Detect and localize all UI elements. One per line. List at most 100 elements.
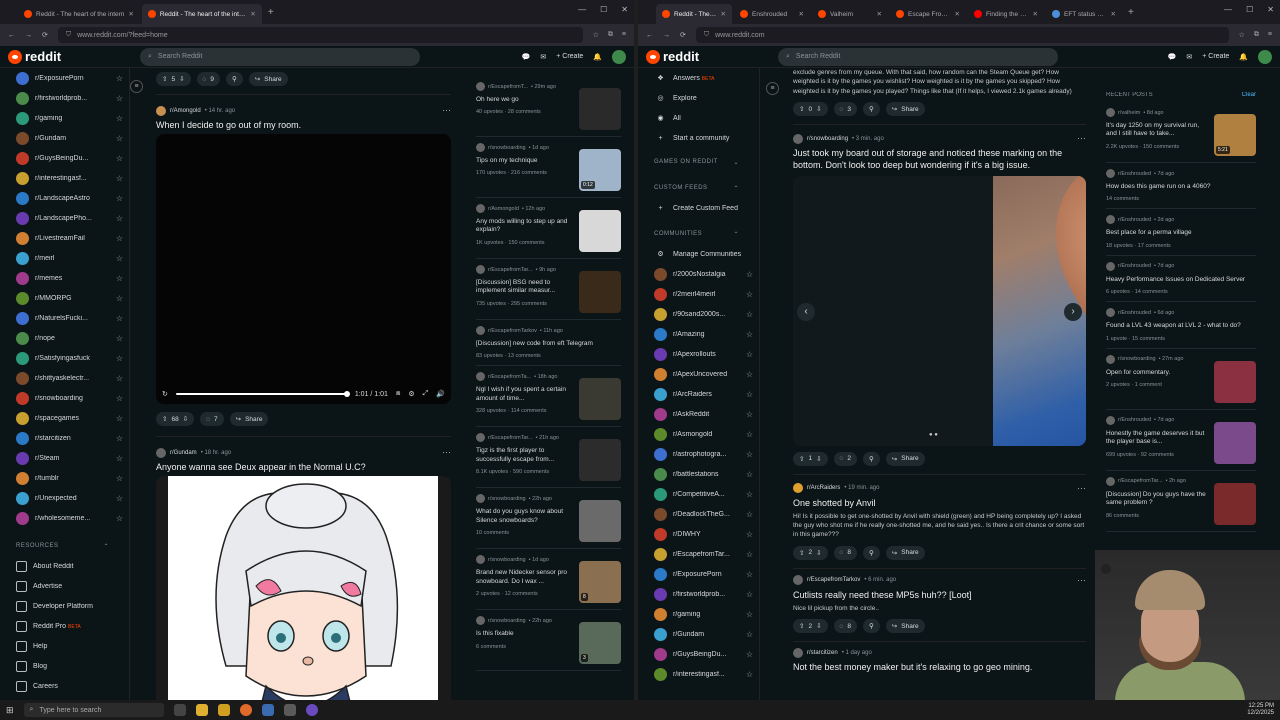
browser-tab-active[interactable]: Reddit - The heart of the intern ✕ xyxy=(141,4,262,24)
extensions-icon[interactable]: ⧉ xyxy=(1254,31,1259,39)
back-icon[interactable]: ← xyxy=(8,32,15,39)
address-bar[interactable]: ⛉ www.reddit.com xyxy=(695,27,1229,43)
sidebar-item[interactable]: r/tumblr ☆ xyxy=(0,468,129,488)
resource-item[interactable]: About Reddit xyxy=(0,556,129,576)
feed-item-title[interactable]: Any mods willing to step up and explain? xyxy=(476,218,575,235)
feed-item[interactable]: r/EscapefromT... • 29m ago Oh here we go 40… xyxy=(476,76,621,137)
sidebar-item[interactable]: r/Steam ☆ xyxy=(0,448,129,468)
custom-feeds-header[interactable]: CUSTOM FEEDS ⌃ xyxy=(638,178,759,198)
award-button[interactable]: ⚲ xyxy=(863,102,880,117)
award-button[interactable]: ⚲ xyxy=(863,545,880,560)
close-tab-icon[interactable]: ✕ xyxy=(721,10,726,18)
share-button[interactable]: ↪ Share xyxy=(229,412,269,426)
more-options-icon[interactable]: ⋯ xyxy=(1077,483,1086,494)
new-tab-icon[interactable]: + xyxy=(268,7,274,18)
star-icon[interactable]: ☆ xyxy=(746,650,753,659)
menu-icon[interactable]: ≡ xyxy=(1268,31,1272,39)
more-options-icon[interactable]: ⋯ xyxy=(442,105,451,116)
sidebar-item[interactable]: r/MMORPG ☆ xyxy=(0,288,129,308)
recent-post-item[interactable]: r/EscapefromTar... • 2h ago [Discussion] D… xyxy=(1106,471,1256,532)
recent-post-title[interactable]: Found a LVL 43 weapon at LVL 2 - what to… xyxy=(1106,322,1256,330)
feed-item-title[interactable]: [Discussion] new code from eft Telegram xyxy=(476,340,621,348)
resource-item[interactable]: Advertise xyxy=(0,576,129,596)
sticky-app-icon[interactable] xyxy=(217,704,230,716)
post-thumbnail[interactable] xyxy=(579,210,621,252)
nav-item[interactable]: + Start a community xyxy=(638,128,759,148)
task-view-icon[interactable] xyxy=(173,704,186,716)
comments-button[interactable]: ◌ 9 xyxy=(196,72,221,86)
community-item[interactable]: r/DeadlockTheG... ☆ xyxy=(638,504,759,524)
sidebar-item[interactable]: r/wholesomeme... ☆ xyxy=(0,508,129,528)
star-icon[interactable]: ☆ xyxy=(116,374,123,383)
feed-item[interactable]: r/snowboarding • 1d ago Brand new Nidecker… xyxy=(476,549,621,611)
star-icon[interactable]: ☆ xyxy=(746,590,753,599)
post-title[interactable]: One shotted by Anvil xyxy=(793,498,1086,508)
post-thumbnail[interactable] xyxy=(579,88,621,130)
sidebar-item[interactable]: r/GuysBeingDu... ☆ xyxy=(0,148,129,168)
more-options-icon[interactable]: ⋯ xyxy=(442,447,451,458)
post-thumbnail[interactable] xyxy=(579,439,621,482)
recent-post-title[interactable]: How does this game run on a 4060? xyxy=(1106,183,1256,191)
vote-button[interactable]: ⇧ 0 ⇩ xyxy=(793,102,828,117)
sidebar-item[interactable]: r/Unexpected ☆ xyxy=(0,488,129,508)
search-input[interactable]: ⌕ Search Reddit xyxy=(778,47,1058,66)
star-icon[interactable]: ☆ xyxy=(746,530,753,539)
comments-button[interactable]: ◌ 3 xyxy=(833,102,858,117)
forward-icon[interactable]: → xyxy=(663,32,670,39)
minimize-icon[interactable]: — xyxy=(578,5,586,14)
comments-button[interactable]: ◌ 8 xyxy=(833,545,858,560)
feed-item-title[interactable]: Is this fixable xyxy=(476,630,575,638)
communities-header[interactable]: COMMUNITIES ⌃ xyxy=(638,224,759,244)
star-icon[interactable]: ☆ xyxy=(746,370,753,379)
feed-item-title[interactable]: Oh here we go xyxy=(476,96,575,104)
notification-icon[interactable]: 🔔 xyxy=(1239,53,1248,61)
post-card[interactable]: r/Gundam • 18 hr. ago ⋯ Anyone wanna see D… xyxy=(156,437,451,700)
star-icon[interactable]: ☆ xyxy=(116,454,123,463)
feed-item[interactable]: r/snowboarding • 22h ago Is this fixable 6 … xyxy=(476,610,621,672)
forward-icon[interactable]: → xyxy=(25,32,32,39)
avatar[interactable] xyxy=(612,49,626,64)
resource-item[interactable]: Blog xyxy=(0,656,129,676)
community-item[interactable]: r/2000sNostalgia ☆ xyxy=(638,264,759,284)
community-item[interactable]: r/DIWHY ☆ xyxy=(638,524,759,544)
recent-post-title[interactable]: Best place for a perma village xyxy=(1106,229,1256,237)
recent-post-item[interactable]: r/Enshrouded • 2d ago Best place for a per… xyxy=(1106,209,1256,256)
post-image[interactable] xyxy=(156,476,451,700)
browser-tab[interactable]: EFT status page✕ xyxy=(1046,4,1122,24)
sidebar-item[interactable]: r/meirl ☆ xyxy=(0,248,129,268)
recent-post-item[interactable]: r/Enshrouded • 7d ago Heavy Performance Is… xyxy=(1106,256,1256,303)
star-icon[interactable]: ☆ xyxy=(746,550,753,559)
recent-post-item[interactable]: r/Enshrouded • 7d ago Honestly the game de… xyxy=(1106,410,1256,471)
post-thumbnail[interactable] xyxy=(1214,360,1256,403)
share-button[interactable]: ↪ Share xyxy=(885,451,925,466)
recent-post-item[interactable]: r/Enshrouded • 7d ago How does this game r… xyxy=(1106,163,1256,210)
vote-button[interactable]: ⇧ 68 ⇩ xyxy=(156,412,195,426)
nav-item[interactable]: ◎ Explore xyxy=(638,88,759,108)
post-title[interactable]: Just took my board out of storage and no… xyxy=(793,148,1086,171)
resource-item[interactable]: Help xyxy=(0,636,129,656)
bookmark-icon[interactable]: ☆ xyxy=(1239,31,1245,39)
star-icon[interactable]: ☆ xyxy=(746,450,753,459)
feed-item[interactable]: r/EscapefromTa... • 18h ago Ngl I wish if … xyxy=(476,366,621,428)
star-icon[interactable]: ☆ xyxy=(116,294,123,303)
feed-item-title[interactable]: Ngl I wish if you spent a certain amount… xyxy=(476,386,575,403)
avatar[interactable] xyxy=(1258,49,1272,64)
reddit-logo[interactable]: reddit xyxy=(8,49,140,64)
feed-item-title[interactable]: Brand new Nidecker sensor pro snowboard.… xyxy=(476,569,575,586)
post-card[interactable]: r/starcitizen • 1 day ago Not the best mo… xyxy=(793,642,1086,672)
settings-icon[interactable]: ⚙ xyxy=(408,390,414,398)
menu-icon[interactable]: ≡ xyxy=(622,31,626,39)
star-icon[interactable]: ☆ xyxy=(116,514,123,523)
close-tab-icon[interactable]: ✕ xyxy=(955,10,960,18)
star-icon[interactable]: ☆ xyxy=(746,330,753,339)
extensions-icon[interactable]: ⧉ xyxy=(608,31,613,39)
resources-header[interactable]: RESOURCES ⌃ xyxy=(0,536,129,556)
post-title[interactable]: When I decide to go out of my room. xyxy=(156,120,451,130)
post-thumbnail[interactable] xyxy=(579,378,621,421)
reddit-logo[interactable]: reddit xyxy=(646,49,778,64)
star-icon[interactable]: ☆ xyxy=(116,114,123,123)
star-icon[interactable]: ☆ xyxy=(116,494,123,503)
app-icon[interactable] xyxy=(283,704,296,716)
collapse-nav-icon[interactable]: ≡ xyxy=(130,80,143,93)
star-icon[interactable]: ☆ xyxy=(746,490,753,499)
